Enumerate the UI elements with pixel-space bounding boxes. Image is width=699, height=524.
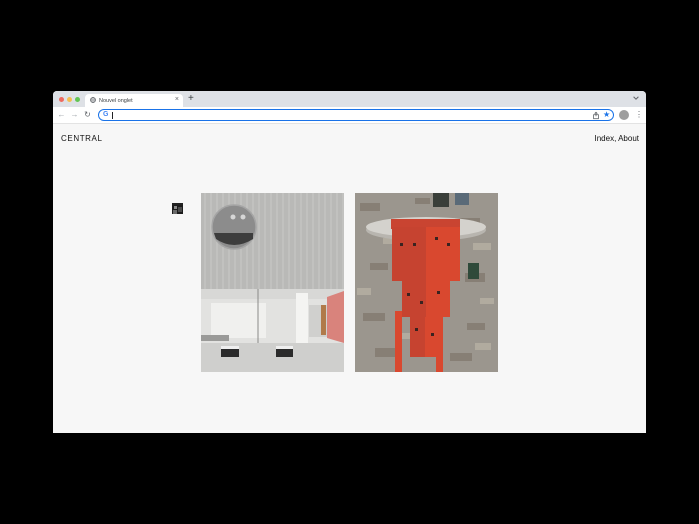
site-nav: Index, About bbox=[595, 134, 640, 143]
nav-about-link[interactable]: About bbox=[618, 134, 639, 143]
reload-button[interactable]: ↻ bbox=[83, 110, 92, 119]
star-icon[interactable]: ★ bbox=[603, 109, 610, 120]
browser-tab[interactable]: Nouvel onglet × bbox=[85, 94, 183, 107]
back-button[interactable]: ← bbox=[57, 110, 66, 119]
profile-avatar[interactable] bbox=[619, 110, 629, 120]
web-page: CENTRAL Index, About bbox=[53, 124, 646, 433]
tab-bar: Nouvel onglet × + bbox=[53, 91, 646, 107]
minimize-window-button[interactable] bbox=[67, 97, 72, 102]
browser-toolbar: ← → ↻ G ★ ⋮ bbox=[53, 107, 646, 124]
share-icon[interactable] bbox=[592, 111, 600, 120]
tab-close-button[interactable]: × bbox=[175, 96, 179, 103]
red-sculpture-photo[interactable] bbox=[355, 193, 498, 372]
google-icon: G bbox=[103, 111, 109, 118]
site-logo[interactable]: CENTRAL bbox=[61, 134, 103, 143]
project-thumbnail[interactable] bbox=[172, 203, 183, 214]
chevron-down-icon[interactable] bbox=[632, 94, 640, 102]
globe-icon bbox=[90, 97, 96, 103]
tab-title: Nouvel onglet bbox=[99, 97, 133, 104]
new-tab-button[interactable]: + bbox=[188, 93, 194, 105]
text-caret bbox=[112, 111, 113, 119]
browser-menu-button[interactable]: ⋮ bbox=[635, 110, 643, 120]
interior-architecture-photo[interactable] bbox=[201, 193, 344, 372]
nav-index-link[interactable]: Index bbox=[595, 134, 615, 143]
maximize-window-button[interactable] bbox=[75, 97, 80, 102]
close-window-button[interactable] bbox=[59, 97, 64, 102]
forward-button[interactable]: → bbox=[70, 110, 79, 119]
address-bar[interactable]: G ★ bbox=[98, 109, 614, 121]
browser-window: Nouvel onglet × + ← → ↻ G ★ ⋮ CENTRAL In… bbox=[53, 91, 646, 433]
